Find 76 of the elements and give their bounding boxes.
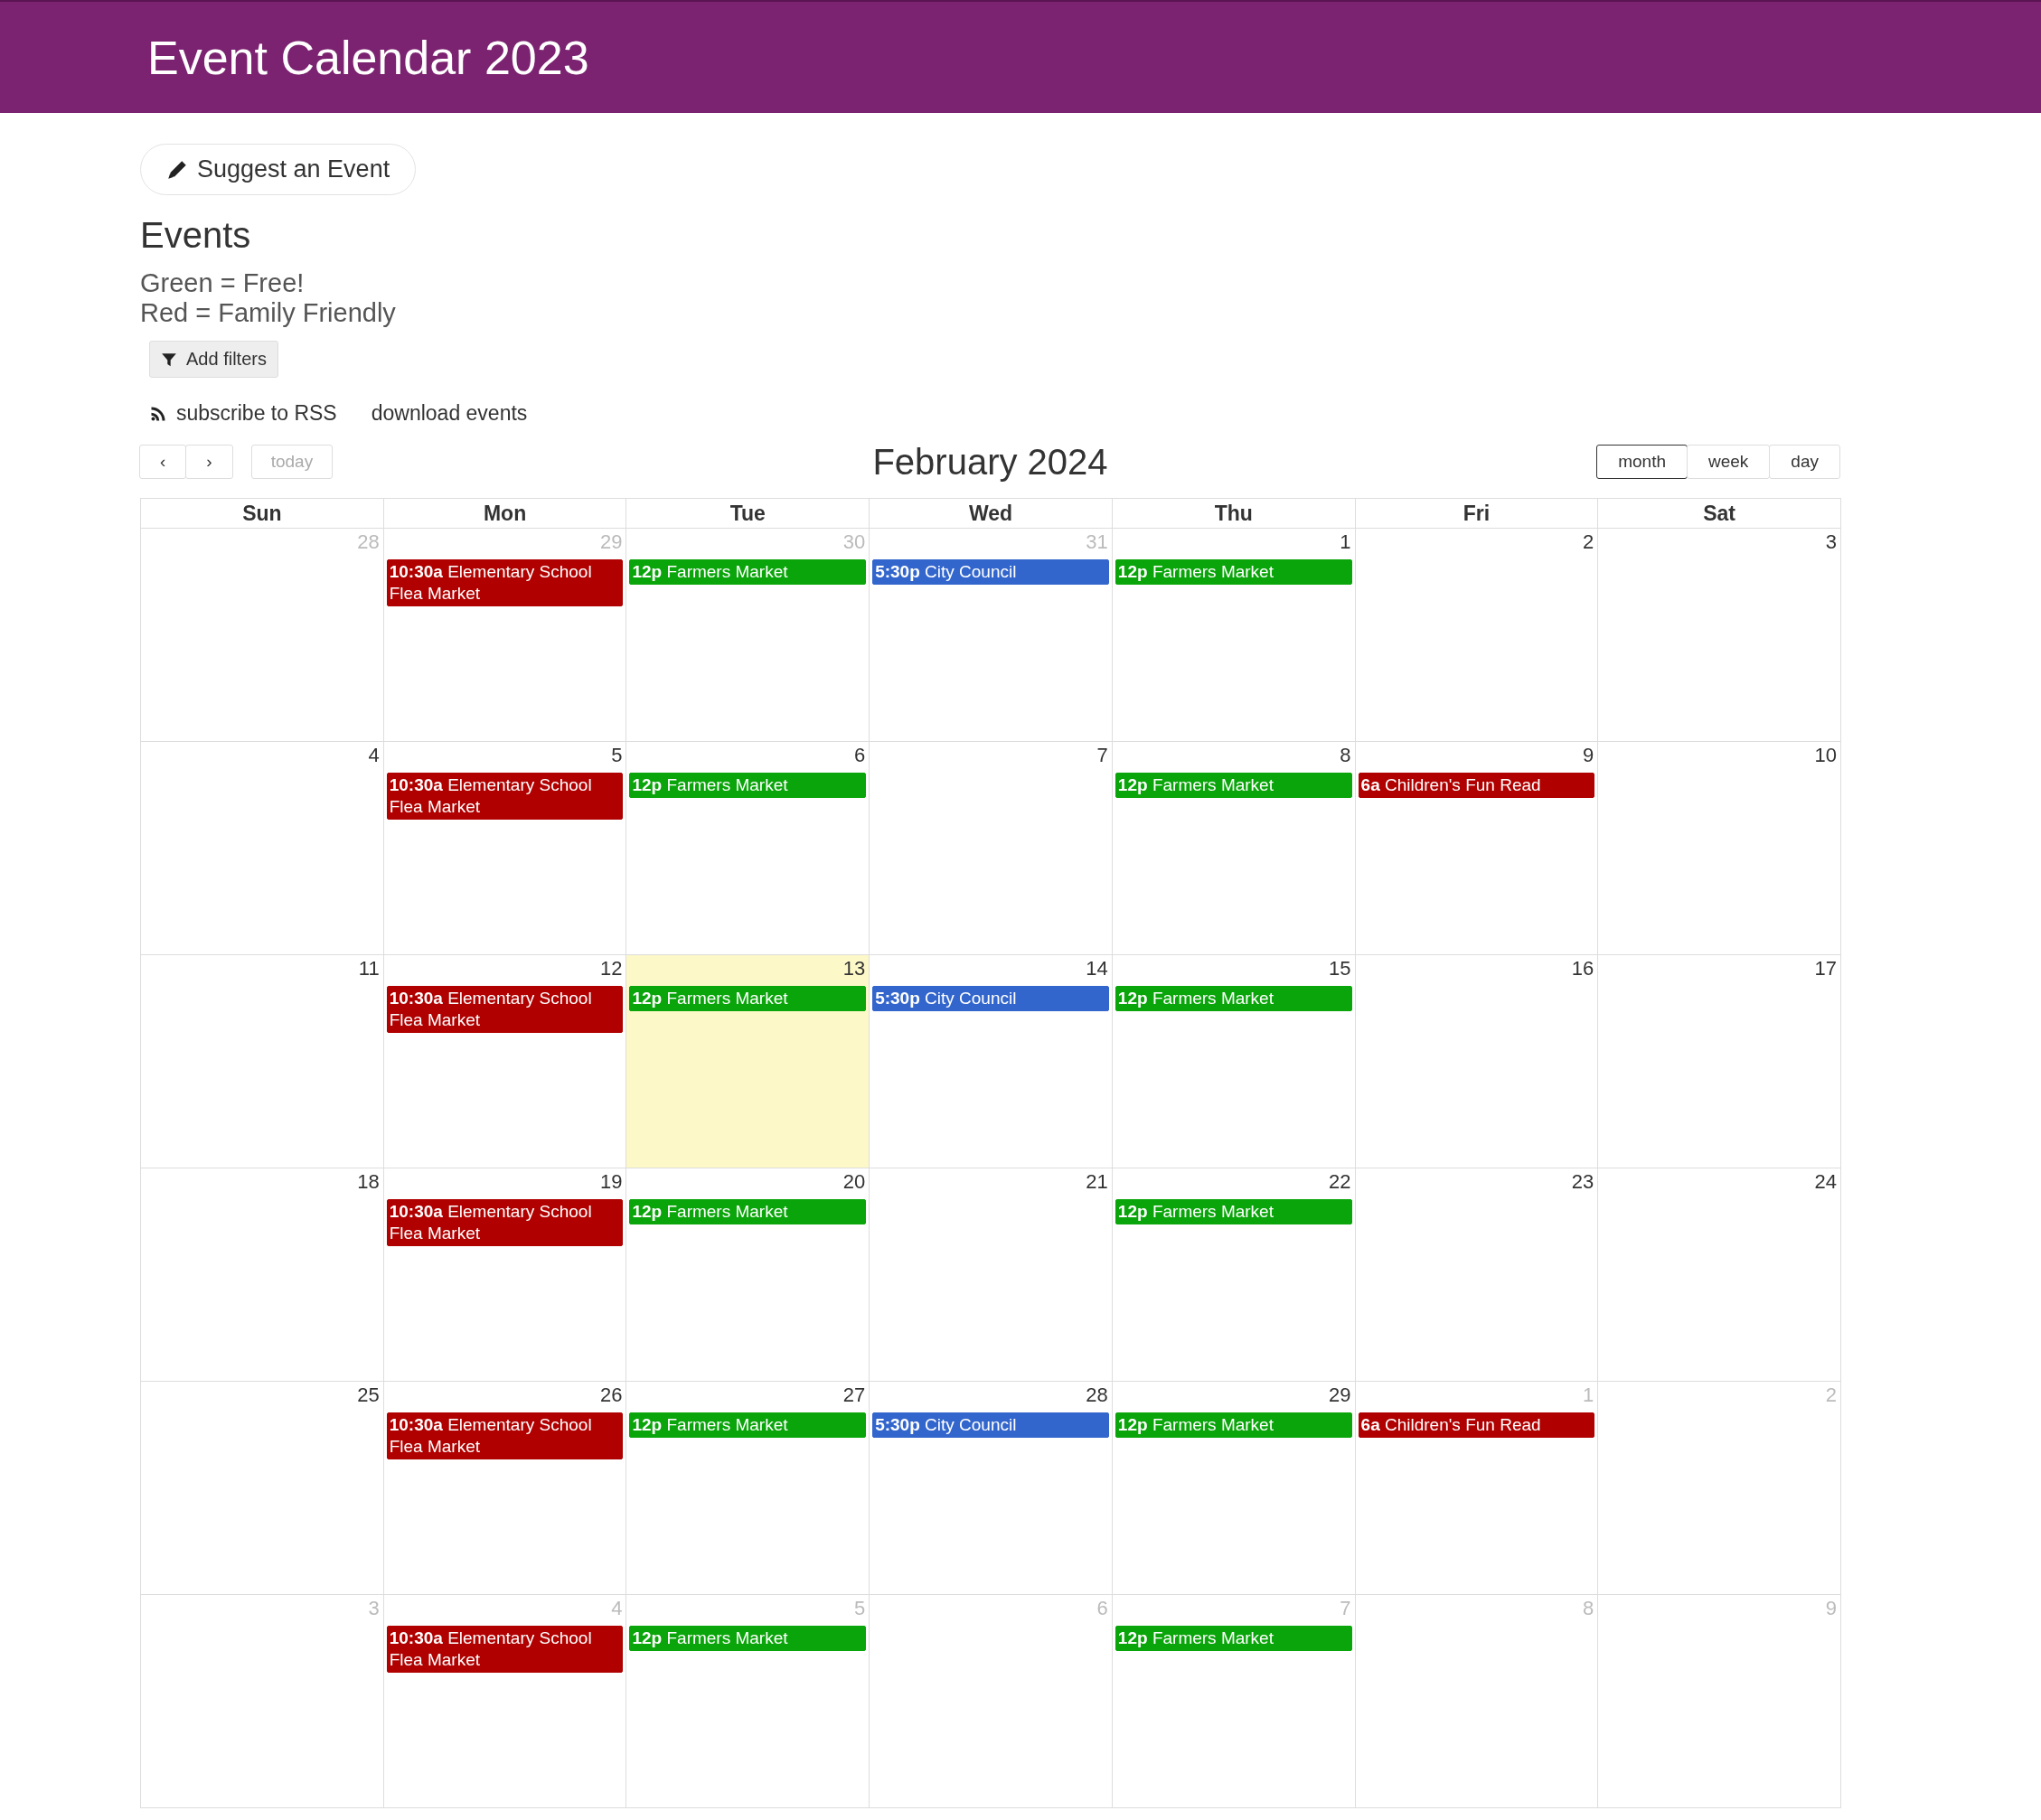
legend-text: Green = Free! <box>140 268 306 298</box>
event-item[interactable]: 10:30a Elementary School Flea Market <box>386 773 624 820</box>
event-item[interactable]: 6a Children's Fun Read <box>1358 1412 1595 1438</box>
date-number: 17 <box>1813 956 1838 980</box>
month-title: February 2024 <box>872 441 1108 483</box>
date-number: 21 <box>1085 1169 1109 1194</box>
date-number: 4 <box>367 743 381 767</box>
date-number: 14 <box>1085 956 1109 980</box>
event-item[interactable]: 5:30p City Council <box>872 986 1109 1011</box>
download-link[interactable]: download events <box>371 401 528 426</box>
date-number: 22 <box>1328 1169 1352 1194</box>
date-number: 3 <box>1824 530 1838 554</box>
weekday-header: Sun <box>141 499 384 529</box>
weekday-header: Wed <box>870 499 1113 529</box>
date-number: 1 <box>1339 530 1352 554</box>
date-number: 6 <box>1096 1596 1109 1620</box>
filter-icon <box>161 351 177 368</box>
date-number: 7 <box>1339 1596 1352 1620</box>
view-tab[interactable]: month <box>1596 445 1688 479</box>
weekday-header: Thu <box>1112 499 1356 529</box>
view-tab[interactable]: day <box>1769 445 1840 479</box>
view-tab[interactable]: week <box>1687 445 1771 479</box>
date-number: 2 <box>1824 1383 1838 1407</box>
add-filters-button[interactable]: Add filters <box>149 341 278 378</box>
legend-text: Red = Family Friendly <box>140 298 396 328</box>
date-number: 28 <box>1085 1383 1109 1407</box>
weekday-header: Tue <box>626 499 870 529</box>
date-number: 30 <box>842 530 867 554</box>
date-number: 16 <box>1570 956 1595 980</box>
event-item[interactable]: 10:30a Elementary School Flea Market <box>386 559 624 606</box>
event-item[interactable]: 5:30p City Council <box>872 1412 1109 1438</box>
date-number: 6 <box>852 743 867 767</box>
date-number: 29 <box>1328 1383 1352 1407</box>
event-item[interactable]: 10:30a Elementary School Flea Market <box>386 986 624 1033</box>
page-title: Event Calendar 2023 <box>147 30 589 85</box>
rss-link[interactable]: subscribe to RSS <box>149 401 337 426</box>
date-number: 19 <box>598 1169 624 1194</box>
suggest-event-button[interactable]: Suggest an Event <box>140 144 417 195</box>
date-number: 8 <box>1582 1596 1595 1620</box>
weekday-header: Mon <box>383 499 627 529</box>
date-number: 3 <box>367 1596 381 1620</box>
date-number: 28 <box>356 530 381 554</box>
section-heading: Events <box>140 215 251 256</box>
pencil-icon <box>166 158 188 181</box>
date-number: 20 <box>842 1169 867 1194</box>
event-item[interactable]: 10:30a Elementary School Flea Market <box>386 1626 624 1673</box>
next-button[interactable]: › <box>185 445 233 479</box>
date-number: 10 <box>1813 743 1838 767</box>
date-number: 9 <box>1582 743 1595 767</box>
date-number: 18 <box>356 1169 381 1194</box>
date-number: 5 <box>610 743 624 767</box>
date-number: 1 <box>1582 1383 1595 1407</box>
date-number: 7 <box>1096 743 1109 767</box>
date-number: 25 <box>356 1383 381 1407</box>
date-number: 29 <box>598 530 624 554</box>
date-number: 15 <box>1328 956 1352 980</box>
date-number: 24 <box>1813 1169 1838 1194</box>
event-item[interactable]: 6a Children's Fun Read <box>1358 773 1595 798</box>
previous-button[interactable]: ‹ <box>139 445 187 479</box>
date-number: 27 <box>842 1383 867 1407</box>
date-number: 2 <box>1582 530 1595 554</box>
weekday-header: Sat <box>1598 499 1841 529</box>
date-number: 13 <box>842 956 867 980</box>
event-item[interactable]: 10:30a Elementary School Flea Market <box>386 1412 624 1459</box>
date-number: 8 <box>1339 743 1352 767</box>
date-number: 11 <box>357 956 381 980</box>
event-item[interactable]: 5:30p City Council <box>872 559 1109 585</box>
date-number: 26 <box>598 1383 624 1407</box>
date-number: 23 <box>1570 1169 1595 1194</box>
date-number: 31 <box>1085 530 1109 554</box>
date-number: 12 <box>598 956 624 980</box>
date-number: 4 <box>610 1596 624 1620</box>
date-number: 9 <box>1824 1596 1838 1620</box>
date-number: 5 <box>852 1596 867 1620</box>
event-item[interactable]: 10:30a Elementary School Flea Market <box>386 1199 624 1246</box>
weekday-header: Fri <box>1355 499 1599 529</box>
